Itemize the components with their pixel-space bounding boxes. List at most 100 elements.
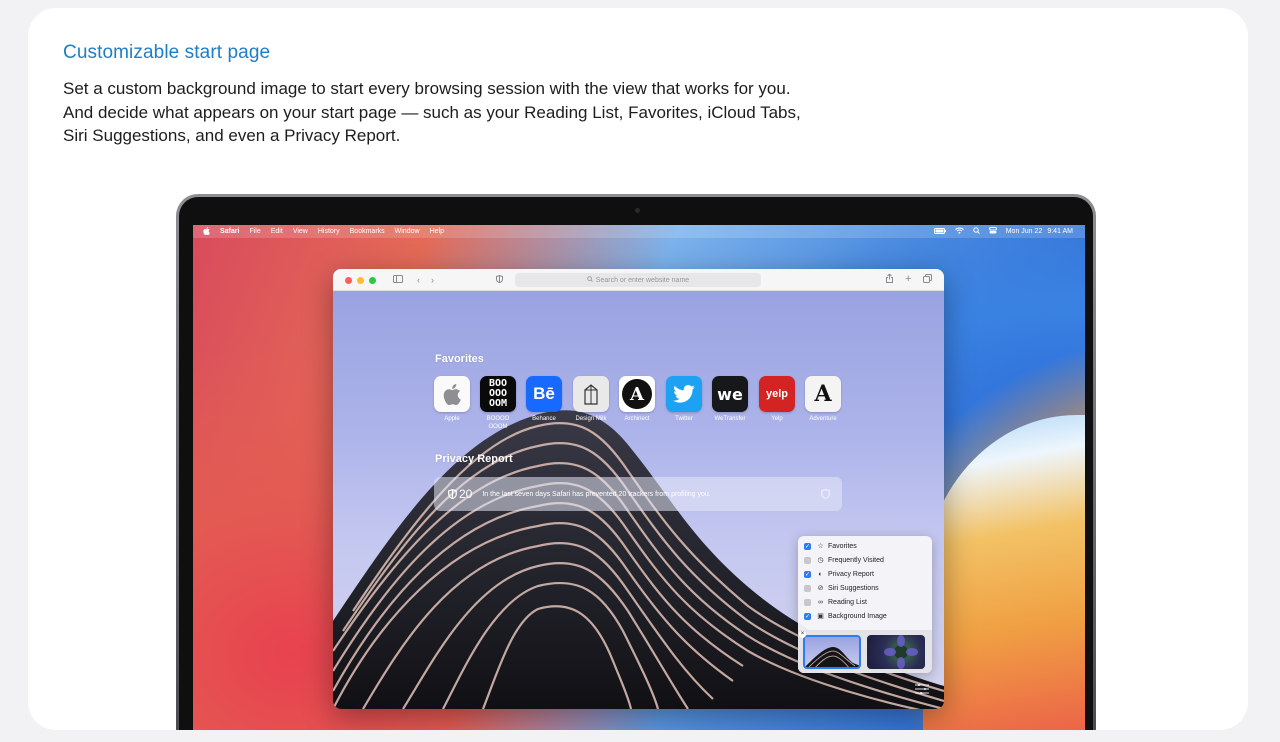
yelp-logo-icon: yelp [759, 376, 795, 412]
battery-icon[interactable] [933, 227, 946, 236]
address-placeholder: Search or enter website name [595, 276, 690, 284]
background-thumbnails: × [798, 630, 932, 673]
macbook-frame: Safari File Edit View History Bookmarks … [176, 194, 1096, 730]
privacy-report-heading: Privacy Report [435, 453, 513, 465]
wifi-icon[interactable] [954, 227, 964, 236]
option-background-image[interactable]: ✓ ▣ Background Image [804, 610, 887, 622]
design-milk-logo-icon [573, 376, 609, 412]
browser-toolbar: ‹ › Search or enter website name + [333, 269, 944, 291]
favorite-label: Archinect [624, 416, 650, 422]
zoom-window-button[interactable] [369, 277, 376, 284]
clock-icon: ◷ [817, 557, 824, 564]
favorite-design-milk[interactable]: Design Milk [573, 376, 609, 423]
menu-help[interactable]: Help [430, 228, 444, 235]
menu-app-name[interactable]: Safari [220, 228, 239, 235]
checkbox-unchecked-icon[interactable] [804, 584, 811, 592]
favorite-label: Adventure [809, 416, 837, 422]
thumbnail-building[interactable] [803, 635, 861, 669]
favorite-label: BOOOO OOOM [486, 416, 510, 430]
privacy-count-value: 20 [459, 487, 473, 501]
safari-window: ‹ › Search or enter website name + Favor… [333, 269, 944, 709]
option-frequently-visited[interactable]: ◷ Frequently Visited [804, 554, 884, 566]
customize-start-page-panel: ✓ ☆ Favorites ◷ Frequently Visited ✓ ◐ P… [798, 536, 932, 673]
wetransfer-logo-icon: we [712, 376, 748, 412]
menu-view[interactable]: View [293, 228, 308, 235]
wallpaper-wave [923, 415, 1085, 730]
thumbnail-flower[interactable] [867, 635, 925, 669]
option-label: Frequently Visited [828, 556, 884, 564]
menu-date[interactable]: Mon Jun 22 [1006, 228, 1043, 235]
star-icon: ☆ [817, 543, 824, 550]
apple-menu-icon[interactable] [203, 226, 210, 237]
checkbox-unchecked-icon[interactable] [804, 598, 811, 606]
address-search-icon [587, 276, 593, 284]
favorite-label: Design Milk [575, 416, 607, 422]
apple-logo-icon [434, 376, 470, 412]
camera [635, 208, 640, 213]
favorite-boooooom[interactable]: BOO OOO OOM BOOOO OOOM [480, 376, 516, 431]
menu-bookmarks[interactable]: Bookmarks [350, 228, 385, 235]
back-chevron-icon[interactable]: ‹ [417, 274, 420, 286]
privacy-message: In the last seven days Safari has preven… [482, 490, 711, 498]
tab-overview-icon[interactable] [923, 274, 932, 286]
menu-time[interactable]: 9:41 AM [1047, 228, 1073, 235]
option-label: Favorites [828, 542, 857, 550]
siri-icon: ⊘ [817, 585, 824, 592]
favorite-archinect[interactable]: A Archinect [619, 376, 655, 423]
forward-chevron-icon[interactable]: › [431, 274, 434, 286]
control-center-icon[interactable] [988, 227, 997, 236]
favorite-adventure[interactable]: A Adventure [805, 376, 841, 423]
desktop-screen: Safari File Edit View History Bookmarks … [193, 225, 1085, 730]
favorite-behance[interactable]: Bē Behance [526, 376, 562, 423]
option-siri-suggestions[interactable]: ⊘ Siri Suggestions [804, 582, 879, 594]
section-heading: Customizable start page [63, 42, 271, 63]
option-favorites[interactable]: ✓ ☆ Favorites [804, 540, 857, 552]
favorite-apple[interactable]: Apple [434, 376, 470, 423]
screen-bezel: Safari File Edit View History Bookmarks … [179, 197, 1093, 730]
checkbox-checked-icon[interactable]: ✓ [804, 542, 811, 550]
archinect-logo-icon: A [619, 376, 655, 412]
customize-settings-icon[interactable] [915, 681, 929, 699]
section-description: Set a custom background image to start e… [63, 79, 801, 145]
favorite-wetransfer[interactable]: we WeTransfer [712, 376, 748, 423]
spotlight-search-icon[interactable] [973, 227, 980, 236]
feature-card: Customizable start page Set a custom bac… [28, 8, 1248, 730]
image-icon: ▣ [817, 613, 824, 620]
favorite-label: Yelp [771, 416, 783, 422]
privacy-report-card[interactable]: 20 In the last seven days Safari has pre… [434, 477, 842, 511]
behance-logo-icon: Bē [526, 376, 562, 412]
checkbox-checked-icon[interactable]: ✓ [804, 612, 811, 620]
archinect-letter: A [622, 379, 652, 409]
favorite-yelp[interactable]: yelp Yelp [759, 376, 795, 423]
close-window-button[interactable] [345, 277, 352, 284]
favorites-heading: Favorites [435, 353, 484, 365]
option-reading-list[interactable]: ∞ Reading List [804, 596, 867, 608]
address-bar[interactable]: Search or enter website name [515, 273, 761, 287]
sidebar-toggle-icon[interactable] [393, 274, 403, 286]
menu-bar: Safari File Edit View History Bookmarks … [193, 225, 1085, 238]
option-label: Background Image [828, 612, 887, 620]
minimize-window-button[interactable] [357, 277, 364, 284]
privacy-info-icon[interactable] [821, 488, 830, 501]
favorite-twitter[interactable]: Twitter [666, 376, 702, 423]
privacy-shield-badge-icon [448, 489, 457, 499]
menu-history[interactable]: History [318, 228, 340, 235]
glasses-icon: ∞ [818, 598, 823, 606]
boooooom-logo-icon: BOO OOO OOM [480, 376, 516, 412]
checkbox-unchecked-icon[interactable] [804, 556, 811, 564]
menu-window[interactable]: Window [395, 228, 420, 235]
privacy-shield-icon[interactable] [496, 274, 503, 286]
share-icon[interactable] [886, 273, 893, 286]
start-page: Favorites Apple BOO OOO OOM BOOOO OOOM B… [333, 291, 944, 709]
twitter-logo-icon [666, 376, 702, 412]
menu-edit[interactable]: Edit [271, 228, 283, 235]
checkbox-checked-icon[interactable]: ✓ [804, 570, 811, 578]
favorite-label: Behance [532, 416, 556, 422]
menu-file[interactable]: File [249, 228, 260, 235]
privacy-count: 20 [448, 487, 472, 501]
remove-background-icon[interactable]: × [799, 631, 806, 638]
shield-icon: ◐ [818, 570, 823, 578]
new-tab-plus-icon[interactable]: + [905, 273, 911, 285]
option-privacy-report[interactable]: ✓ ◐ Privacy Report [804, 568, 874, 580]
favorite-label: Apple [444, 416, 460, 422]
